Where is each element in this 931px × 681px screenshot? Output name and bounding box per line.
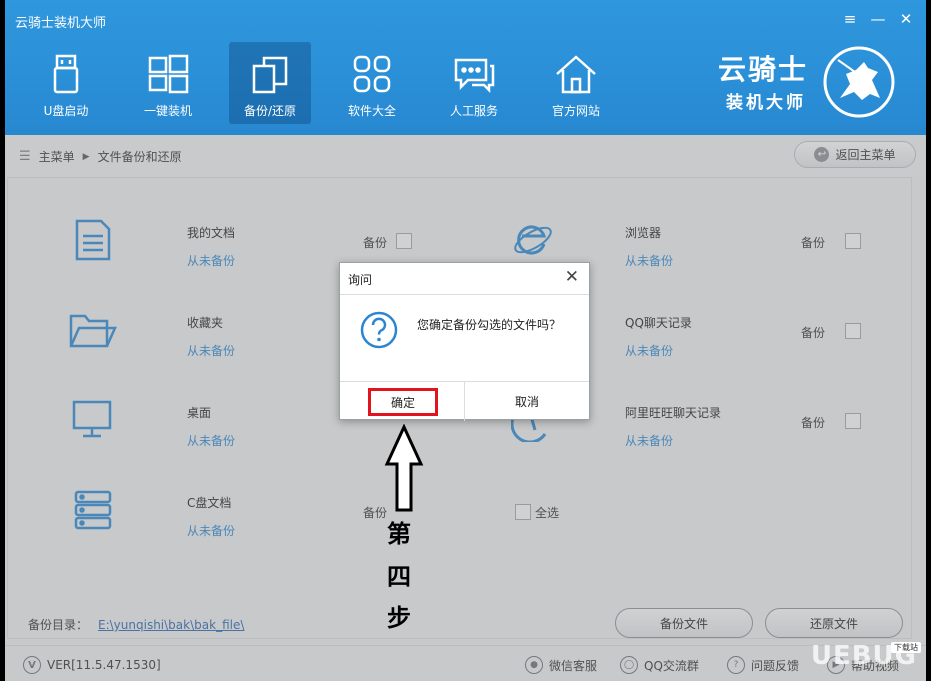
windows-icon — [148, 54, 189, 94]
main-nav: U盘启动 一键装机 备份/还原 软件大全 人工服务 官方网站 — [25, 42, 637, 124]
annotation-arrow-icon — [384, 424, 424, 512]
dialog-buttons: 确定 取消 — [340, 381, 589, 421]
nav-label: 备份/还原 — [243, 104, 297, 118]
dialog-ok-cell: 确定 — [340, 382, 464, 421]
dialog-close-icon[interactable]: ✕ — [565, 267, 579, 287]
backup-icon — [252, 56, 288, 94]
confirm-dialog: 询问 ✕ 您确定备份勾选的文件吗？ 确定 取消 — [339, 262, 590, 421]
knight-icon — [823, 46, 895, 118]
logo-subtitle: 装机大师 — [726, 93, 806, 113]
apps-icon — [353, 55, 391, 93]
dialog-title: 询问 — [348, 273, 373, 287]
app-title: 云骑士装机大师 — [15, 16, 107, 31]
logo-title: 云骑士 — [718, 53, 809, 86]
nav-usb-boot[interactable]: U盘启动 — [25, 42, 107, 124]
dialog-cancel-button[interactable]: 取消 — [464, 382, 589, 421]
dialog-ok-button[interactable]: 确定 — [368, 388, 438, 416]
dialog-message: 您确定备份勾选的文件吗？ — [417, 318, 562, 332]
home-icon — [556, 55, 596, 94]
header: 云骑士装机大师 ≡ — ✕ U盘启动 一键装机 备份/还原 软件大全 人工服务 … — [5, 0, 926, 135]
nav-backup-restore[interactable]: 备份/还原 — [229, 42, 311, 124]
annotation-step-char: 第 — [387, 519, 411, 548]
question-icon — [360, 311, 398, 349]
minimize-icon[interactable]: — — [868, 10, 888, 28]
watermark-badge: 下载站 — [891, 642, 921, 653]
dialog-divider — [340, 294, 589, 295]
nav-manual-service[interactable]: 人工服务 — [433, 42, 515, 124]
nav-one-click-install[interactable]: 一键装机 — [127, 42, 209, 124]
usb-icon — [53, 54, 79, 94]
nav-label: 软件大全 — [347, 104, 396, 118]
annotation-step-char: 四 — [387, 562, 411, 591]
watermark: UEBUG 下载站 — [775, 641, 925, 677]
close-icon[interactable]: ✕ — [896, 10, 916, 28]
brand-logo: 云骑士 装机大师 — [718, 46, 898, 118]
nav-label: 一键装机 — [143, 104, 192, 118]
nav-software[interactable]: 软件大全 — [331, 42, 413, 124]
nav-label: 官方网站 — [551, 104, 600, 118]
annotation-step-char: 步 — [387, 603, 411, 632]
chat-icon — [454, 58, 495, 94]
nav-official-site[interactable]: 官方网站 — [535, 42, 617, 124]
menu-icon[interactable]: ≡ — [840, 10, 860, 28]
nav-label: U盘启动 — [43, 104, 89, 118]
nav-label: 人工服务 — [449, 104, 498, 118]
